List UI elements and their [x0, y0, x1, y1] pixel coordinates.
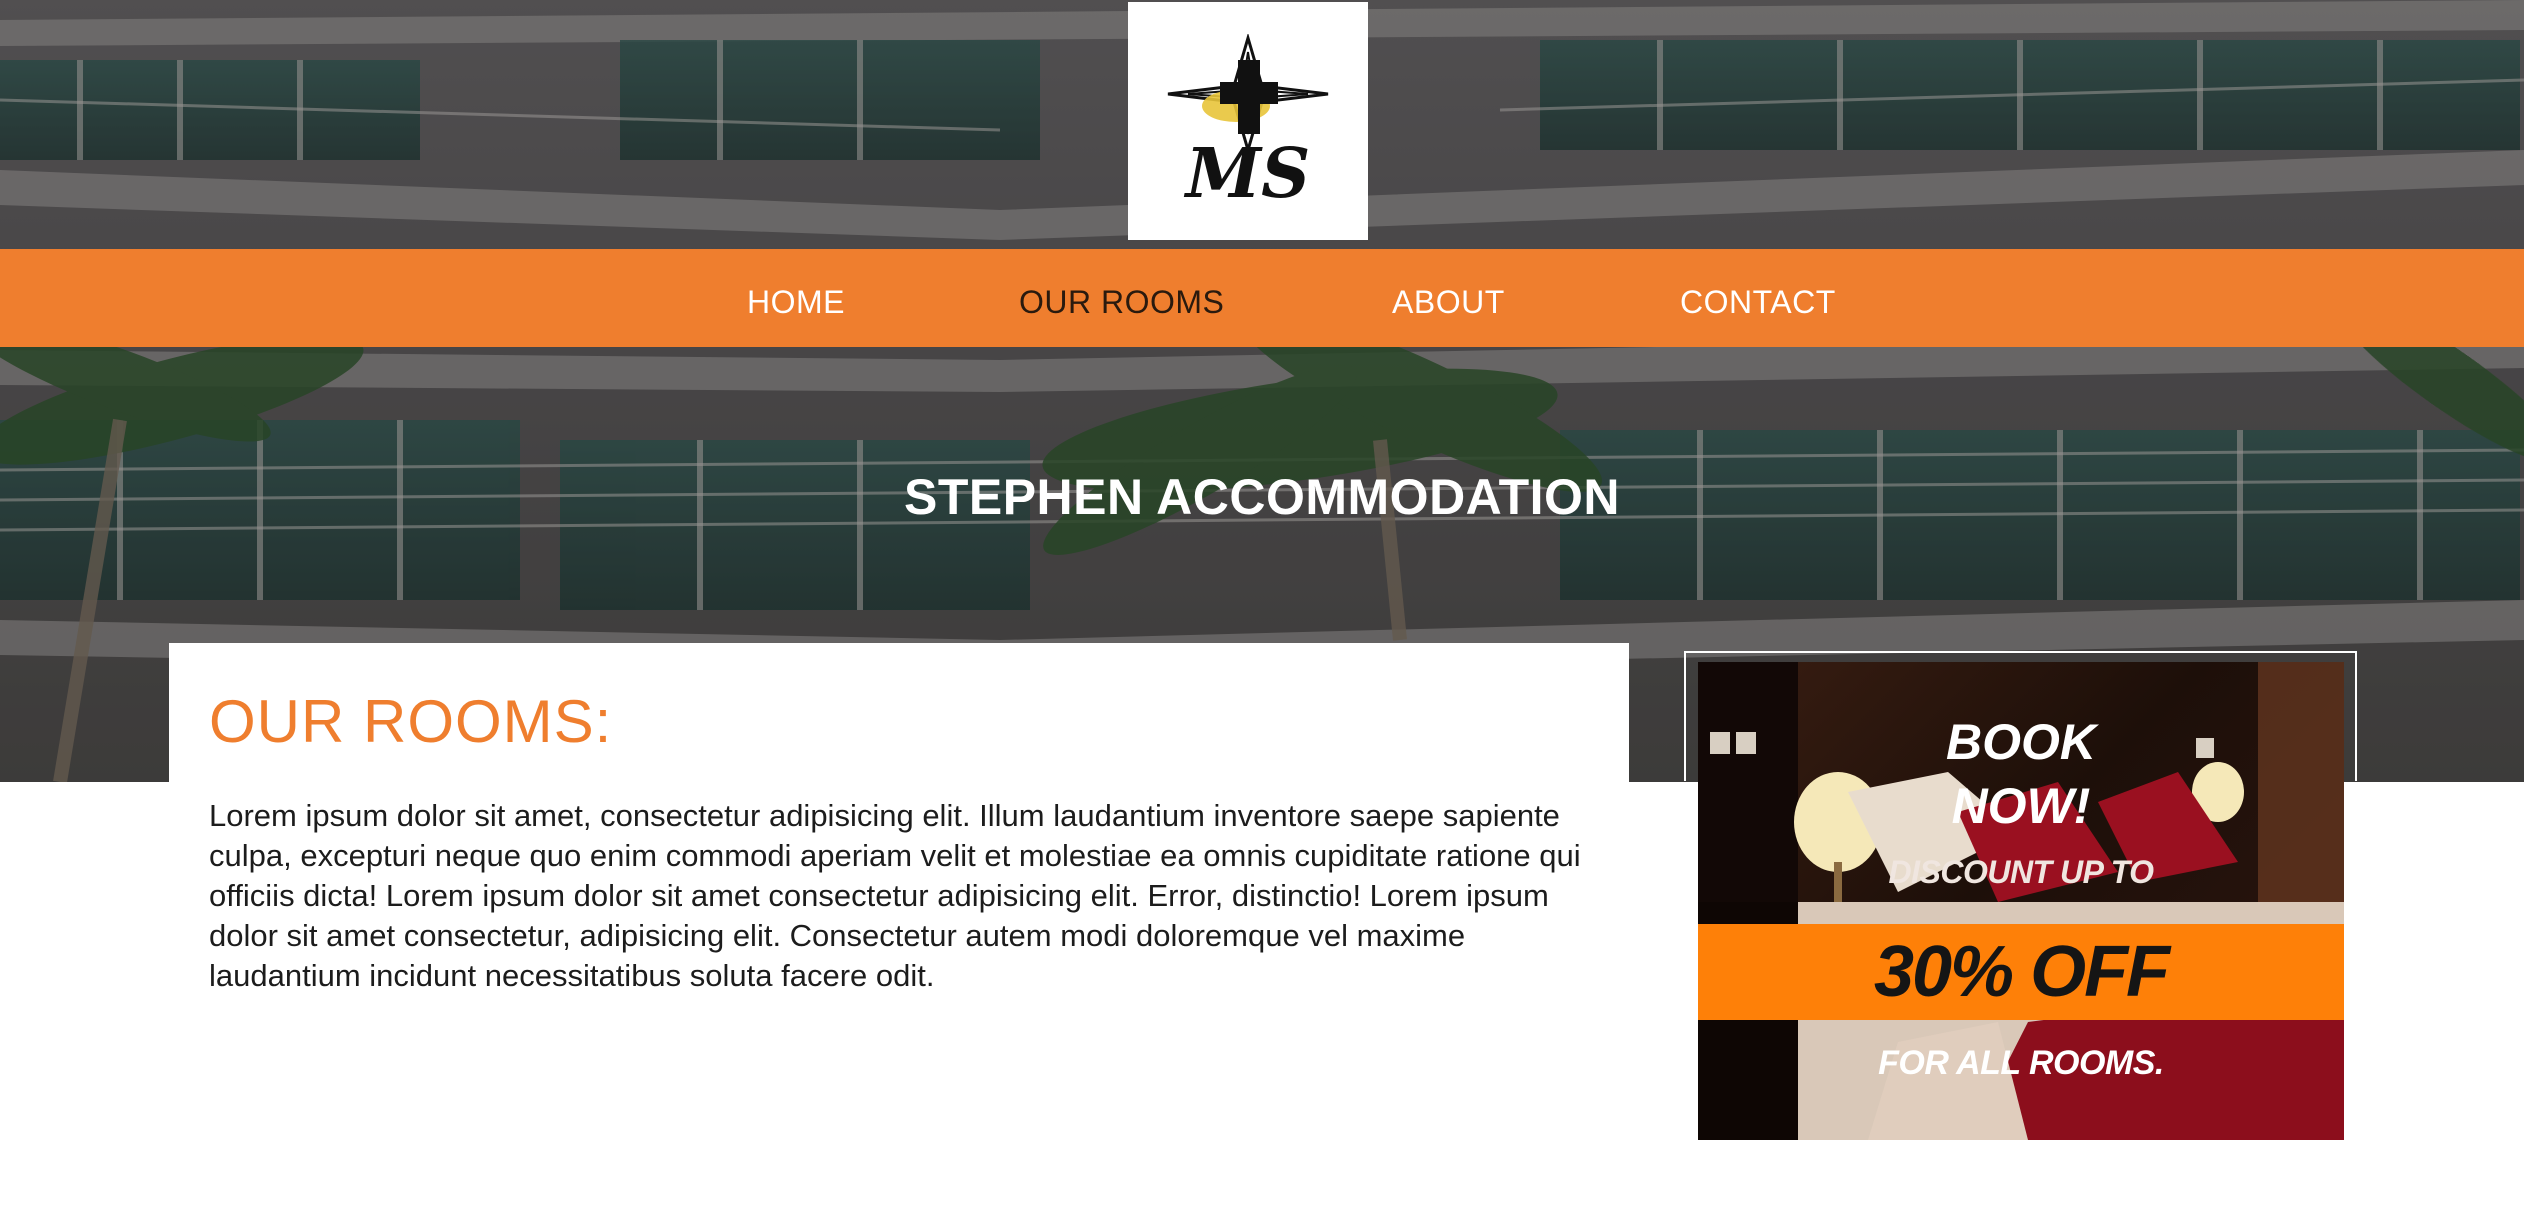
promo-banner[interactable]: BOOK NOW! DISCOUNT UP TO 30% OFF FOR ALL…	[1698, 662, 2344, 1140]
main-navigation: HOME OUR ROOMS ABOUT CONTACT	[0, 249, 2524, 347]
promo-book-line2: NOW!	[1951, 778, 2091, 834]
promo-all-rooms-text: FOR ALL ROOMS.	[1878, 1044, 2164, 1082]
rooms-section: OUR ROOMS: Lorem ipsum dolor sit amet, c…	[169, 643, 1629, 1063]
nav-home[interactable]: HOME	[747, 249, 845, 347]
nav-about[interactable]: ABOUT	[1392, 249, 1505, 347]
nav-our-rooms[interactable]: OUR ROOMS	[1019, 249, 1224, 347]
nav-contact[interactable]: CONTACT	[1680, 249, 1836, 347]
promo-percent-text: 30% OFF	[1873, 932, 2170, 1012]
promo-discount-text: DISCOUNT UP TO	[1888, 854, 2154, 890]
logo[interactable]: MS	[1128, 2, 1368, 240]
rooms-description: Lorem ipsum dolor sit amet, consectetur …	[209, 798, 1581, 993]
logo-initials: MS	[1185, 134, 1311, 214]
rooms-heading: OUR ROOMS:	[209, 688, 613, 755]
promo-book-line1: BOOK	[1946, 714, 2096, 770]
hero-title: STEPHEN ACCOMMODATION	[903, 469, 1621, 525]
promo-book-now: BOOK NOW!	[1698, 710, 2344, 838]
